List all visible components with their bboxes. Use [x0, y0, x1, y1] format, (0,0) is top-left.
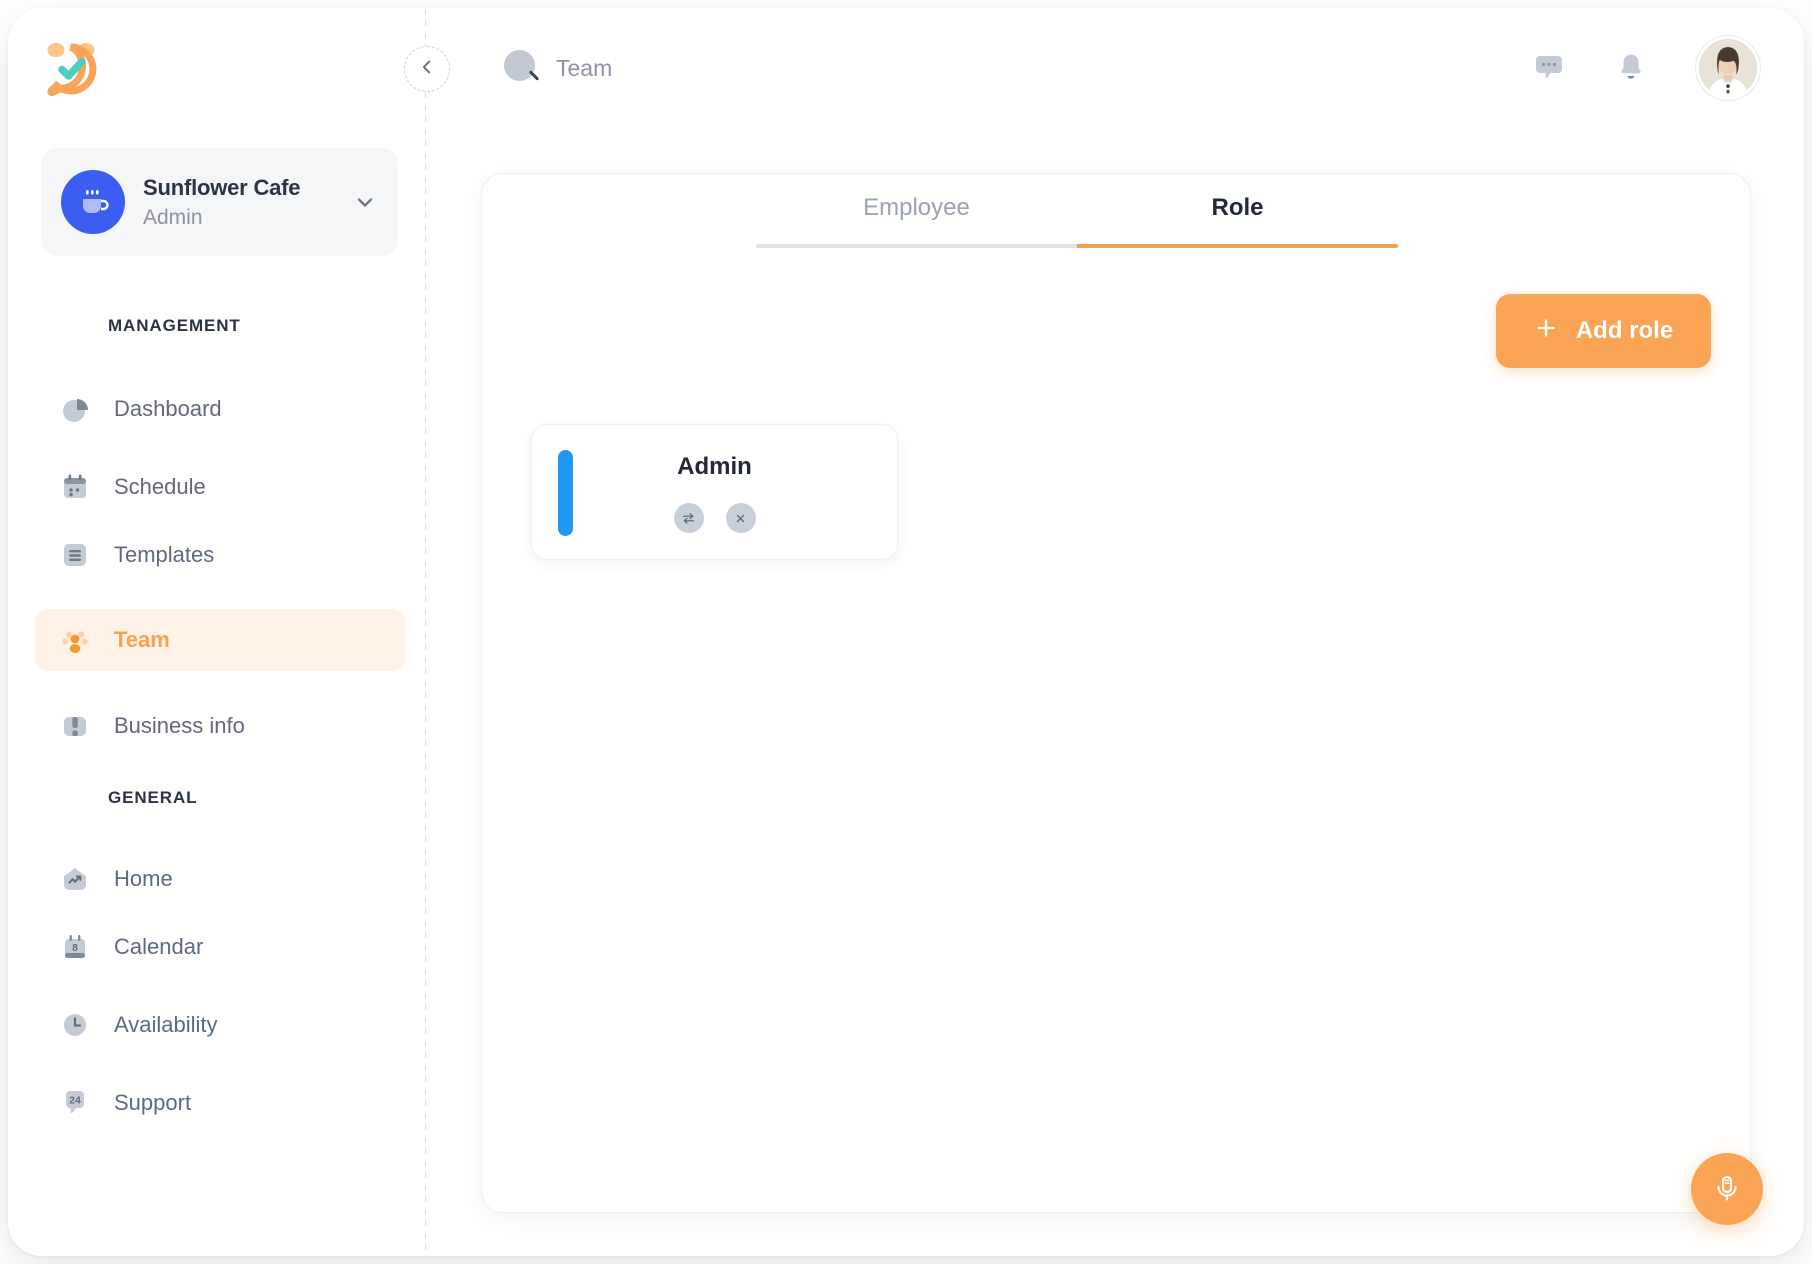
- sidebar-item-label: Home: [114, 866, 173, 892]
- user-avatar[interactable]: [1696, 36, 1760, 100]
- team-content-card: Employee Role Add role Admin: [481, 173, 1751, 1213]
- sidebar-item-label: Dashboard: [114, 396, 222, 422]
- role-actions: [532, 503, 897, 533]
- svg-text:24: 24: [69, 1095, 81, 1107]
- sidebar-item-business-info[interactable]: Business info: [35, 695, 405, 757]
- people-group-icon: [60, 625, 90, 655]
- add-role-button[interactable]: Add role: [1496, 294, 1711, 368]
- workspace-role: Admin: [143, 206, 352, 230]
- chevron-down-icon[interactable]: [352, 189, 378, 215]
- sidebar-item-label: Templates: [114, 542, 214, 568]
- sidebar-item-templates[interactable]: Templates: [35, 524, 405, 586]
- team-tabs: Employee Role: [756, 194, 1398, 248]
- role-card-admin[interactable]: Admin: [531, 424, 898, 560]
- bell-icon[interactable]: [1614, 51, 1648, 85]
- close-x-icon[interactable]: [726, 503, 756, 533]
- main-area: Team: [426, 8, 1804, 1256]
- tabs-row: Employee Role: [756, 194, 1398, 244]
- workspace-name: Sunflower Cafe: [143, 175, 352, 201]
- sidebar-item-label: Team: [114, 627, 170, 653]
- topbar-actions: [1532, 36, 1760, 100]
- list-lines-icon: [60, 540, 90, 570]
- svg-text:8: 8: [72, 943, 78, 954]
- chat-bubble-dots-icon[interactable]: [1532, 51, 1566, 85]
- home-trend-icon: [60, 864, 90, 894]
- tab-employee[interactable]: Employee: [756, 194, 1077, 244]
- clock-icon: [60, 1010, 90, 1040]
- sidebar-item-availability[interactable]: Availability: [35, 994, 405, 1056]
- microphone-icon: [1711, 1172, 1743, 1207]
- pie-chart-icon: [60, 394, 90, 424]
- sidebar: Sunflower Cafe Admin MANAGEMENT Dashboar…: [8, 8, 426, 1256]
- alarm-clock-check-logo[interactable]: [40, 38, 102, 100]
- sidebar-item-label: Availability: [114, 1012, 218, 1038]
- support-24-icon: 24: [60, 1088, 90, 1118]
- sidebar-section-management: MANAGEMENT: [108, 316, 241, 336]
- sidebar-item-label: Schedule: [114, 474, 206, 500]
- swap-arrows-icon[interactable]: [674, 503, 704, 533]
- calendar-date-icon: 8: [60, 932, 90, 962]
- calendar-icon: [60, 472, 90, 502]
- sidebar-item-home[interactable]: Home: [35, 848, 405, 910]
- sidebar-item-team[interactable]: Team: [35, 609, 405, 671]
- role-name: Admin: [532, 453, 897, 481]
- sidebar-section-general: GENERAL: [108, 788, 197, 808]
- sidebar-item-label: Calendar: [114, 934, 203, 960]
- sidebar-collapse-button[interactable]: [404, 46, 450, 92]
- workspace-text: Sunflower Cafe Admin: [143, 175, 352, 230]
- search-icon: [502, 48, 542, 88]
- app-window: Sunflower Cafe Admin MANAGEMENT Dashboar…: [8, 8, 1804, 1256]
- tab-underline-employee: [756, 244, 1077, 248]
- tab-underline-role: [1077, 244, 1398, 248]
- page-search[interactable]: Team: [502, 48, 612, 88]
- voice-assistant-button[interactable]: [1691, 1153, 1763, 1225]
- briefcase-icon: [60, 711, 90, 741]
- chevron-left-icon: [417, 57, 437, 82]
- sidebar-item-label: Business info: [114, 713, 245, 739]
- sidebar-item-dashboard[interactable]: Dashboard: [35, 378, 405, 440]
- coffee-cup-icon: [61, 170, 125, 234]
- plus-icon: [1534, 316, 1558, 347]
- add-role-label: Add role: [1576, 317, 1673, 345]
- tabs-underline: [756, 244, 1398, 248]
- sidebar-item-calendar[interactable]: 8 Calendar: [35, 916, 405, 978]
- page-title: Team: [556, 55, 612, 82]
- workspace-selector[interactable]: Sunflower Cafe Admin: [41, 148, 398, 256]
- sidebar-item-support[interactable]: 24 Support: [35, 1072, 405, 1134]
- sidebar-item-schedule[interactable]: Schedule: [35, 456, 405, 518]
- tab-role[interactable]: Role: [1077, 194, 1398, 244]
- sidebar-item-label: Support: [114, 1090, 191, 1116]
